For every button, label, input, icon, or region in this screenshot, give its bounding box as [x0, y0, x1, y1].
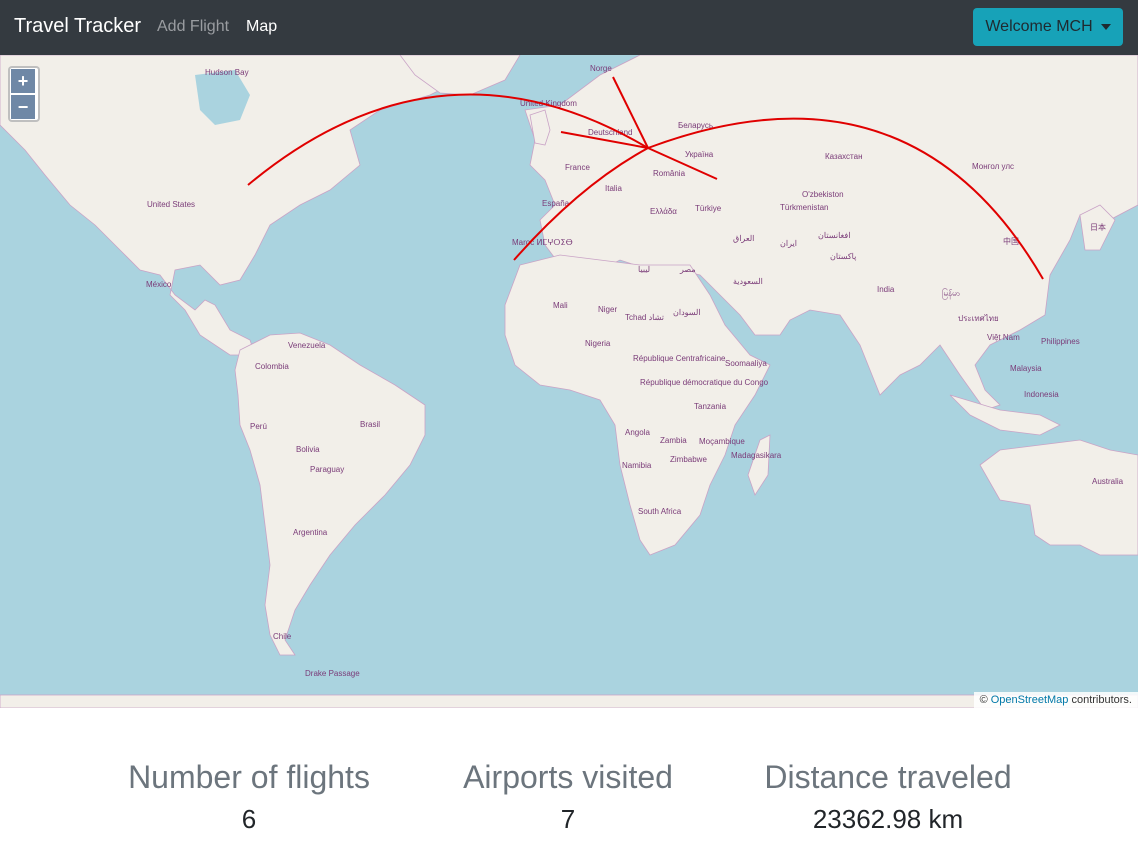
distance-value: 23362.98 km — [812, 804, 964, 834]
label-mali: Mali — [553, 301, 568, 310]
welcome-label: Welcome MCH — [985, 18, 1093, 35]
label-saudi: السعودية — [733, 277, 763, 286]
australia-landmass — [979, 439, 1138, 556]
label-rdc: République démocratique du Congo — [640, 378, 769, 387]
label-turkiye: Türkiye — [695, 204, 722, 213]
attribution-suffix: contributors. — [1068, 694, 1132, 706]
label-vietnam: Việt Nam — [987, 333, 1020, 342]
label-kazakhstan: Казахстан — [825, 152, 863, 161]
welcome-dropdown-button[interactable]: Welcome MCH — [973, 8, 1123, 46]
flight-map[interactable]: Hudson Bay United States México Venezuel… — [0, 55, 1138, 708]
label-pakistan: پاکستان — [830, 252, 856, 261]
navbar: Travel Tracker Add Flight Map Welcome MC… — [0, 0, 1138, 55]
attribution-prefix: © — [979, 694, 991, 706]
airports-label: Airports visited — [463, 759, 673, 795]
brand-link[interactable]: Travel Tracker — [14, 15, 141, 38]
label-paraguay: Paraguay — [310, 465, 344, 474]
label-zimbabwe: Zimbabwe — [670, 455, 707, 464]
label-bolivia: Bolivia — [296, 445, 320, 454]
caret-down-icon — [1100, 24, 1111, 30]
stats-section: Number of flights 6 Airports visited 7 D… — [0, 708, 1138, 867]
label-soomaaliya: Soomaaliya — [725, 359, 767, 368]
label-thailand: ประเทศไทย — [958, 314, 999, 323]
label-malaysia: Malaysia — [1010, 364, 1042, 373]
label-zambia: Zambia — [660, 436, 687, 445]
stat-flights: Number of flights 6 — [69, 758, 429, 835]
label-italia: Italia — [605, 184, 622, 193]
label-venezuela: Venezuela — [288, 341, 326, 350]
label-madagasikara: Madagasikara — [731, 451, 782, 460]
label-hudson-bay: Hudson Bay — [205, 68, 249, 77]
label-drake-passage: Drake Passage — [305, 669, 360, 678]
nav-map[interactable]: Map — [246, 18, 277, 36]
label-libya: ليبيا — [638, 265, 650, 274]
antarctica-landmass — [0, 694, 1138, 708]
label-brasil: Brasil — [360, 420, 380, 429]
distance-label: Distance traveled — [764, 759, 1012, 795]
label-mongol: Монгол улс — [972, 162, 1014, 171]
label-indonesia: Indonesia — [1024, 390, 1059, 399]
label-turkmenistan: Türkmenistan — [780, 203, 828, 212]
nav-add-flight[interactable]: Add Flight — [157, 18, 229, 36]
label-niger: Niger — [598, 305, 617, 314]
label-misr: مصر — [679, 265, 696, 274]
flights-label: Number of flights — [128, 759, 370, 795]
zoom-control: + − — [8, 66, 40, 122]
label-tanzania: Tanzania — [694, 402, 727, 411]
madagascar-landmass — [747, 434, 771, 496]
label-sudan: السودان — [673, 308, 701, 317]
label-australia: Australia — [1092, 477, 1124, 486]
label-ukraina: Україна — [685, 150, 714, 159]
label-peru: Perú — [250, 422, 267, 431]
stat-airports: Airports visited 7 — [388, 758, 748, 835]
south-america-landmass — [234, 332, 426, 656]
label-argentina: Argentina — [293, 528, 328, 537]
label-philippines: Philippines — [1041, 337, 1080, 346]
label-chile: Chile — [273, 632, 292, 641]
label-tchad: Tchad تشاد — [625, 313, 664, 322]
openstreetmap-link[interactable]: OpenStreetMap — [991, 694, 1069, 706]
label-maroc: Maroc ⵍⵎⵖⵔⵉⴱ — [512, 238, 573, 247]
label-norge: Norge — [590, 64, 612, 73]
label-france: France — [565, 163, 590, 172]
map-canvas[interactable]: Hudson Bay United States México Venezuel… — [0, 55, 1138, 708]
zoom-out-button[interactable]: − — [10, 94, 36, 120]
label-united-states: United States — [147, 200, 195, 209]
label-afghanistan: افغانستان — [818, 231, 850, 240]
label-mocambique: Moçambique — [699, 437, 745, 446]
stat-distance: Distance traveled 23362.98 km — [708, 758, 1068, 835]
label-nihon: 日本 — [1090, 222, 1106, 232]
flights-value: 6 — [241, 804, 257, 834]
label-colombia: Colombia — [255, 362, 289, 371]
label-iran: ایران — [780, 239, 797, 248]
label-namibia: Namibia — [622, 461, 652, 470]
label-ellada: Ελλάδα — [650, 207, 677, 216]
label-romania: România — [653, 169, 686, 178]
zoom-in-button[interactable]: + — [10, 68, 36, 94]
indonesia-landmass — [949, 394, 1061, 436]
label-uzbekistan: O'zbekiston — [802, 190, 844, 199]
airports-value: 7 — [560, 804, 576, 834]
label-south-africa: South Africa — [638, 507, 682, 516]
label-iraq: العراق — [733, 234, 754, 243]
map-attribution: © OpenStreetMap contributors. — [973, 692, 1138, 708]
label-india: India — [877, 285, 895, 294]
label-mexico: México — [146, 280, 172, 289]
label-angola: Angola — [625, 428, 650, 437]
label-rca: République Centrafricaine — [633, 354, 726, 363]
label-nigeria: Nigeria — [585, 339, 611, 348]
